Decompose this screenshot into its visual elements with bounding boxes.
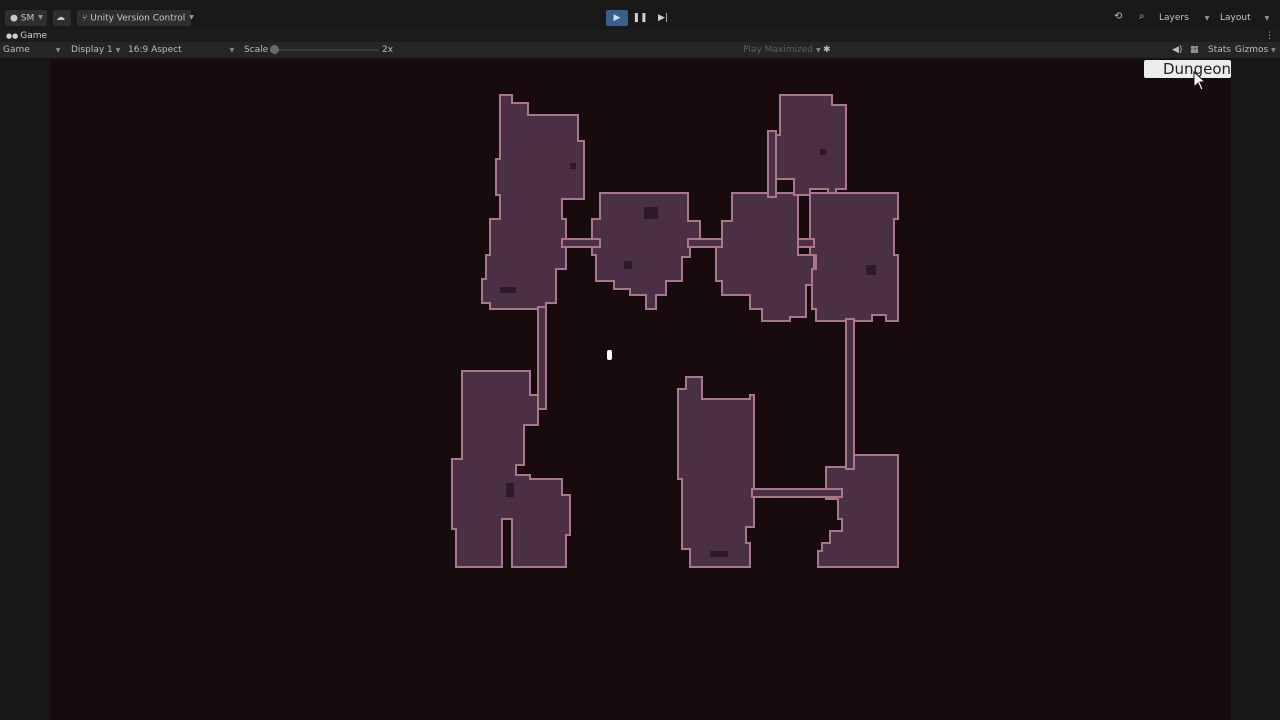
corridor: [797, 238, 815, 248]
room: [809, 192, 899, 322]
branch-icon: ⑂: [82, 13, 88, 24]
chevron-down-icon: ▼: [1264, 15, 1270, 22]
layout-label: Layout: [1220, 13, 1251, 23]
chevron-down-icon: ▼: [189, 14, 194, 21]
aspect-dropdown[interactable]: 16:9 Aspect ▼: [128, 42, 236, 59]
main-toolbar: ● SM ▼ ☁ ⑂ Unity Version Control ▼ ▶ ❚❚ ▶|…: [0, 0, 1280, 31]
view-mode-label: Game: [3, 45, 30, 55]
step-button[interactable]: ▶|: [652, 10, 674, 26]
floor-detail: [500, 287, 516, 293]
account-dropdown[interactable]: ● SM ▼: [5, 10, 47, 26]
keyboard-icon: ▦: [1190, 45, 1199, 55]
dungeon-map: [451, 94, 899, 568]
version-control-dropdown[interactable]: ⑂ Unity Version Control ▼: [77, 10, 194, 26]
play-icon: ▶: [613, 13, 621, 23]
chevron-down-icon: ▼: [38, 14, 43, 21]
display-dropdown[interactable]: Display 1 ▼: [71, 42, 123, 59]
floor-detail: [624, 261, 632, 269]
floor-detail: [710, 551, 728, 557]
scale-label: Scale: [244, 45, 269, 55]
scale-value: 2x: [382, 45, 394, 55]
room: [715, 192, 815, 322]
account-label: SM: [20, 13, 35, 24]
corridor: [845, 318, 855, 470]
play-button[interactable]: ▶: [606, 10, 628, 26]
play-mode-label: Play Maximized: [743, 45, 813, 55]
playmode-controls: ▶ ❚❚ ▶|: [606, 10, 674, 26]
view-mode-dropdown[interactable]: Game ▼: [3, 42, 63, 59]
gizmos-label: Gizmos: [1235, 45, 1269, 55]
speaker-icon: ◀): [1172, 45, 1183, 55]
chevron-down-icon: ▼: [229, 47, 235, 54]
corridor: [537, 306, 547, 410]
corridor: [751, 488, 843, 498]
layers-dropdown[interactable]: Layers ▼: [1155, 10, 1221, 26]
gamepad-icon: ●●: [6, 32, 19, 40]
floor-detail: [506, 483, 514, 497]
player-sprite: [607, 350, 612, 360]
chevron-down-icon: ▼: [55, 47, 61, 54]
chevron-down-icon: ▼: [1204, 15, 1210, 22]
display-label: Display 1: [71, 45, 113, 55]
room: [677, 376, 755, 568]
floor-detail: [570, 163, 576, 169]
corridor: [561, 238, 601, 248]
floor-detail: [644, 207, 658, 219]
floor-detail: [820, 149, 826, 155]
gizmos-dropdown[interactable]: Gizmos ▼: [1235, 42, 1277, 59]
room: [481, 94, 585, 310]
chevron-down-icon: ▼: [815, 47, 821, 54]
pause-icon: ❚❚: [632, 13, 648, 23]
tab-game[interactable]: ●● Game: [6, 30, 47, 42]
corridor: [687, 238, 723, 248]
corridor: [767, 130, 777, 198]
scale-slider-thumb[interactable]: [270, 45, 279, 54]
chevron-down-icon: ▼: [115, 47, 121, 54]
search-button[interactable]: ⌕: [1139, 11, 1145, 22]
search-icon: ⌕: [1139, 11, 1145, 22]
play-mode-dropdown[interactable]: Play Maximized ▼: [743, 42, 821, 59]
window-tab-bar: ●● Game ⋮: [0, 30, 1280, 42]
bug-icon: ✱: [823, 45, 831, 55]
floor-detail: [866, 265, 876, 275]
render-settings-button[interactable]: ▦: [1190, 42, 1199, 58]
room: [771, 94, 847, 196]
cloud-button[interactable]: ☁: [53, 10, 71, 26]
tab-options-button[interactable]: ⋮: [1265, 30, 1274, 42]
dungeon-button[interactable]: Dungeon: [1144, 60, 1231, 78]
layers-label: Layers: [1159, 13, 1189, 23]
cloud-icon: ☁: [56, 13, 65, 23]
pause-button[interactable]: ❚❚: [629, 10, 651, 26]
room: [817, 454, 899, 568]
history-button[interactable]: ⟲: [1114, 11, 1122, 22]
room: [451, 370, 571, 568]
frame-debugger-button[interactable]: ✱: [823, 42, 831, 58]
scale-slider-track[interactable]: [275, 49, 379, 51]
history-icon: ⟲: [1114, 11, 1123, 22]
account-icon: ●: [10, 13, 18, 24]
step-icon: ▶|: [658, 13, 668, 23]
game-viewport[interactable]: Dungeon: [50, 59, 1231, 720]
chevron-down-icon: ▼: [1271, 47, 1276, 54]
audio-toggle[interactable]: ◀): [1172, 42, 1182, 58]
game-view-toolbar: Game ▼ Display 1 ▼ 16:9 Aspect ▼ Scale 2x P…: [0, 42, 1280, 59]
kebab-icon: ⋮: [1265, 31, 1274, 41]
stats-button[interactable]: Stats: [1208, 42, 1231, 58]
layout-dropdown[interactable]: Layout ▼: [1216, 10, 1280, 26]
aspect-label: 16:9 Aspect: [128, 45, 182, 55]
tab-game-label: Game: [20, 31, 48, 41]
mouse-cursor-icon: [1193, 71, 1207, 91]
version-control-label: Unity Version Control: [90, 13, 186, 24]
